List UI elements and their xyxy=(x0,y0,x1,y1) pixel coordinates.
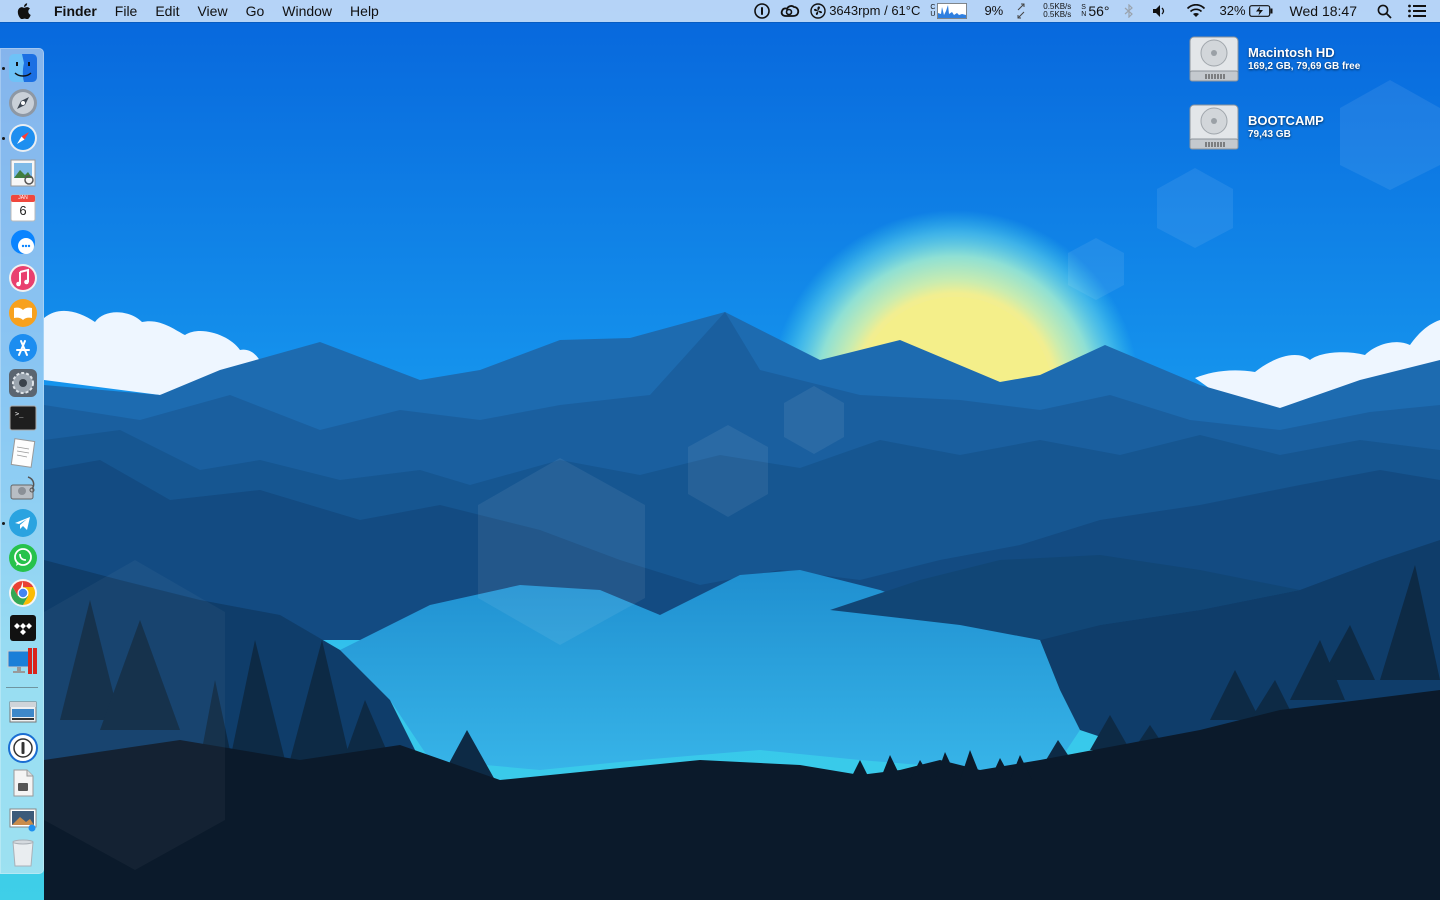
window-stack-icon xyxy=(9,701,37,723)
dock-trash[interactable] xyxy=(6,836,40,870)
textedit-icon xyxy=(10,438,36,468)
calendar-day: 6 xyxy=(19,203,27,218)
network-speed[interactable]: 0.5KB/s 0.5KB/s xyxy=(1031,0,1076,22)
menu-file[interactable]: File xyxy=(106,0,147,22)
dock-system-preferences[interactable] xyxy=(6,366,40,400)
volume-icon[interactable] xyxy=(1143,0,1177,22)
dock-disk-utility[interactable] xyxy=(6,471,40,505)
network-arrows-icon xyxy=(1008,0,1031,22)
fan-icon xyxy=(810,3,826,19)
menu-help[interactable]: Help xyxy=(341,0,388,22)
dock-messenger[interactable] xyxy=(6,226,40,260)
sensor-label: S N xyxy=(1081,4,1087,18)
ibooks-icon xyxy=(9,299,37,327)
documents-icon xyxy=(13,769,34,797)
cpu-graph-icon xyxy=(937,3,968,19)
telegram-running-dot xyxy=(2,522,5,525)
battery-charging-icon xyxy=(1248,5,1273,17)
tidal-icon xyxy=(10,615,36,641)
finder-running-dot xyxy=(2,67,5,70)
dock-safari[interactable] xyxy=(6,121,40,155)
bluetooth-icon[interactable] xyxy=(1115,0,1143,22)
net-download: 0.5KB/s xyxy=(1043,10,1072,19)
telegram-icon xyxy=(9,509,37,537)
app-store-icon xyxy=(9,334,37,362)
drive-info: 79,43 GB xyxy=(1248,129,1291,140)
drive-info: 169,2 GB, 79,69 GB free xyxy=(1248,61,1361,72)
1password-icon[interactable] xyxy=(749,0,775,22)
creative-cloud-icon[interactable] xyxy=(775,0,805,22)
screenshots-icon xyxy=(9,808,37,832)
preview-icon xyxy=(10,159,36,187)
menu-edit[interactable]: Edit xyxy=(146,0,188,22)
dock-ibooks[interactable] xyxy=(6,296,40,330)
itunes-icon xyxy=(9,264,37,292)
battery-percent: 32% xyxy=(1219,3,1246,18)
drive-name: Macintosh HD xyxy=(1248,45,1335,60)
dock-telegram[interactable] xyxy=(6,506,40,540)
cpu-percent[interactable]: 9% xyxy=(972,0,1008,22)
dock-app-store[interactable] xyxy=(6,331,40,365)
spotlight-search-icon[interactable] xyxy=(1369,0,1400,22)
terminal-prompt: >_ xyxy=(15,410,24,418)
dock-screenshots[interactable] xyxy=(6,801,40,835)
dock-itunes[interactable] xyxy=(6,261,40,295)
hard-drive-icon xyxy=(1189,104,1239,150)
drive-name: BOOTCAMP xyxy=(1248,113,1324,128)
menu-app-finder[interactable]: Finder xyxy=(48,0,106,22)
notification-center-icon[interactable] xyxy=(1400,0,1440,22)
dock: 6 JAN >_ xyxy=(0,48,44,874)
sensor-temp: 56° xyxy=(1088,3,1110,19)
messenger-icon xyxy=(11,230,35,254)
finder-icon xyxy=(9,54,37,82)
dock-finder-window[interactable] xyxy=(6,695,40,729)
menu-window[interactable]: Window xyxy=(273,0,341,22)
parallels-icon xyxy=(7,648,37,674)
desktop-drive-bootcamp[interactable]: BOOTCAMP 79,43 GB xyxy=(1188,101,1324,153)
safari-running-dot xyxy=(2,137,5,140)
dock-preview[interactable] xyxy=(6,156,40,190)
safari-icon xyxy=(9,124,37,152)
dock-tidal[interactable] xyxy=(6,611,40,645)
sensor-status[interactable]: S N 56° xyxy=(1076,0,1114,22)
dock-calendar[interactable]: 6 JAN xyxy=(6,191,40,225)
trash-icon xyxy=(12,839,34,867)
1password-icon xyxy=(8,733,38,763)
dock-chrome[interactable] xyxy=(6,576,40,610)
desktop-drive-macintosh-hd[interactable]: Macintosh HD 169,2 GB, 79,69 GB free xyxy=(1188,33,1360,85)
battery-status[interactable]: 32% xyxy=(1215,0,1278,22)
dock-finder[interactable] xyxy=(6,51,40,85)
dock-separator xyxy=(6,687,38,688)
launchpad-icon xyxy=(9,89,37,117)
clock[interactable]: Wed 18:47 xyxy=(1278,0,1369,22)
dock-documents[interactable] xyxy=(6,766,40,800)
disk-utility-icon xyxy=(10,476,35,500)
dock-terminal[interactable]: >_ xyxy=(6,401,40,435)
apple-menu-icon[interactable] xyxy=(0,0,48,22)
dock-whatsapp[interactable] xyxy=(6,541,40,575)
dock-1password[interactable] xyxy=(6,731,40,765)
dock-textedit[interactable] xyxy=(6,436,40,470)
menu-go[interactable]: Go xyxy=(237,0,274,22)
menu-view[interactable]: View xyxy=(188,0,236,22)
terminal-icon xyxy=(9,405,37,431)
cpu-label: C U xyxy=(930,4,936,18)
wifi-icon[interactable] xyxy=(1177,0,1215,22)
cpu-status[interactable]: C U xyxy=(925,0,972,22)
fan-status[interactable]: 3643rpm / 61°C xyxy=(805,0,925,22)
whatsapp-icon xyxy=(9,544,37,572)
dock-parallels[interactable] xyxy=(6,646,40,680)
fan-temp-text: 3643rpm / 61°C xyxy=(829,3,921,18)
hard-drive-icon xyxy=(1189,36,1239,82)
menu-bar: Finder File Edit View Go Window Help 364… xyxy=(0,0,1440,22)
calendar-month: JAN xyxy=(18,195,28,201)
system-preferences-icon xyxy=(9,369,37,397)
dock-launchpad[interactable] xyxy=(6,86,40,120)
chrome-icon xyxy=(9,579,37,607)
